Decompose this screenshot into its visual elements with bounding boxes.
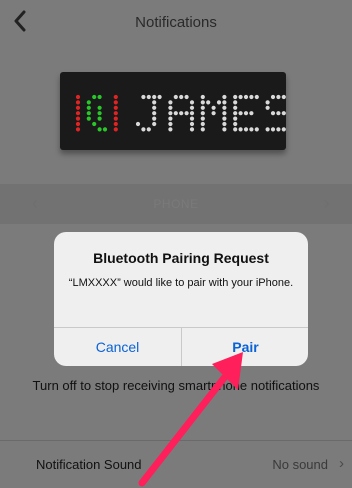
led-matrix [75, 94, 286, 132]
helper-text: Turn off to stop receiving smartphone no… [32, 378, 320, 393]
tab-label: PHONE [153, 197, 199, 211]
app-tab-strip[interactable]: ‹ PHONE › [0, 184, 352, 224]
cancel-button[interactable]: Cancel [54, 328, 181, 366]
chevron-right-icon: › [339, 455, 344, 472]
page-title: Notifications [135, 13, 217, 31]
device-display [60, 72, 286, 150]
led-display-text [135, 94, 286, 132]
pair-button[interactable]: Pair [182, 328, 308, 366]
chevron-right-icon[interactable]: › [324, 193, 331, 214]
notification-sound-row[interactable]: Notification Sound No sound › [0, 440, 352, 488]
dialog-title: Bluetooth Pairing Request [93, 250, 269, 266]
chevron-left-icon[interactable]: ‹ [32, 193, 39, 214]
back-button[interactable] [6, 6, 34, 36]
bluetooth-pairing-dialog: Bluetooth Pairing Request “LMXXXX” would… [54, 232, 308, 366]
chevron-left-icon [14, 10, 26, 32]
nav-bar: Notifications [0, 0, 352, 44]
row-value: No sound [272, 457, 328, 472]
device-preview-area [0, 44, 352, 184]
phone-ringing-icon [75, 94, 118, 132]
dialog-message: “LMXXXX” would like to pair with your iP… [68, 277, 294, 289]
row-label: Notification Sound [36, 457, 142, 472]
